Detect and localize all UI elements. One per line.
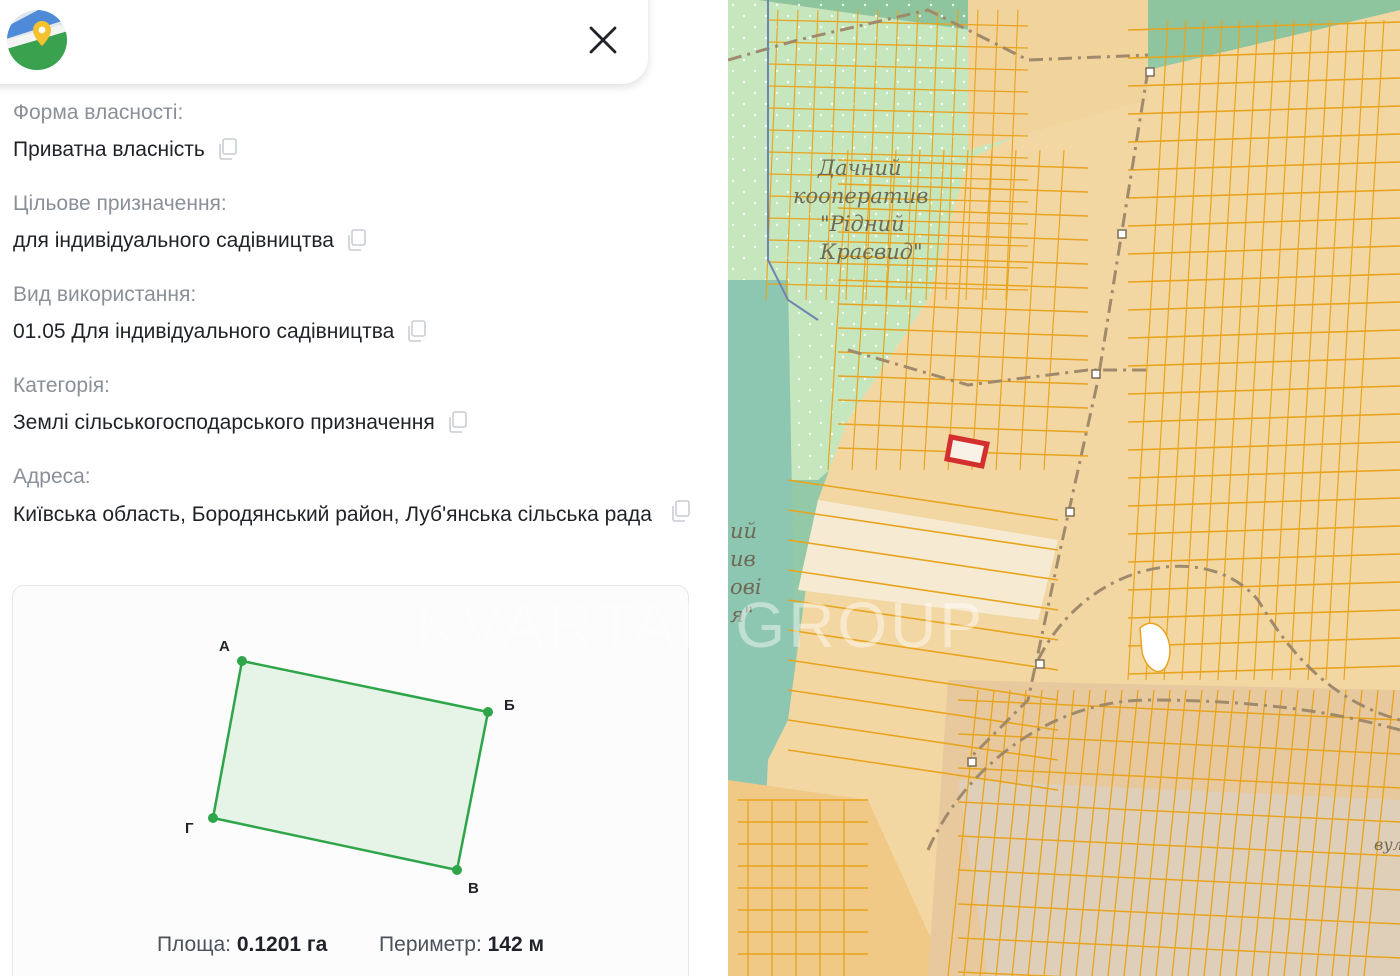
- map-pin-logo-icon[interactable]: [6, 9, 68, 71]
- copy-icon[interactable]: [405, 320, 427, 344]
- map-street-label: вул: [1374, 835, 1400, 854]
- map-partial-label-4: я": [730, 603, 754, 627]
- map-canvas[interactable]: Дачний кооператив "Рідний Краєвид" ий ив…: [728, 0, 1400, 976]
- parcel-shape-card: А Б В Г Площа: 0.1201 га Периметр: 142 м: [12, 585, 689, 976]
- copy-icon[interactable]: [446, 411, 468, 435]
- map-area-label-line-1: Дачний: [817, 156, 902, 180]
- map-area-label-line-3: "Рідний: [820, 212, 905, 236]
- close-button[interactable]: [580, 17, 626, 63]
- copy-icon[interactable]: [345, 229, 367, 253]
- purpose-label: Цільове призначення:: [13, 192, 227, 215]
- vertex-b-label: Б: [504, 697, 515, 714]
- map-node: [1117, 229, 1127, 239]
- map-area-label-line-2: кооператив: [793, 184, 928, 208]
- map-partial-label-3: ові: [730, 575, 762, 599]
- address-value: Київська область, Бородянський район, Лу…: [13, 497, 693, 533]
- vertex-d-marker: [208, 813, 218, 823]
- ownership-label: Форма власності:: [13, 101, 184, 124]
- map-area-label-line-4: Краєвид": [819, 240, 923, 264]
- map-partial-label-1: ий: [730, 519, 757, 543]
- vertex-c-label: В: [468, 880, 479, 897]
- vertex-c-marker: [452, 865, 462, 875]
- map-node: [1091, 369, 1101, 379]
- cadastral-map[interactable]: Дачний кооператив "Рідний Краєвид" ий ив…: [728, 0, 1400, 976]
- vertex-d-label: Г: [185, 820, 194, 837]
- map-node: [1035, 659, 1045, 669]
- copy-icon[interactable]: [216, 138, 238, 162]
- ownership-value: Приватна власність: [13, 138, 238, 162]
- parcel-polygon: [211, 659, 490, 872]
- map-selected-parcel[interactable]: [944, 434, 991, 469]
- vertex-a-label: А: [219, 638, 230, 655]
- usage-value: 01.05 Для індивідуального садівництва: [13, 320, 427, 344]
- area-label: Площа:: [156, 933, 232, 956]
- vertex-b-marker: [483, 707, 493, 717]
- purpose-text: для індивідуального садівництва: [13, 229, 334, 252]
- ownership-text: Приватна власність: [13, 138, 205, 161]
- map-partial-label-2: ив: [730, 547, 756, 571]
- parcel-info-panel: Форма власності: Приватна власність Ціль…: [0, 0, 728, 976]
- close-icon: [589, 26, 617, 54]
- category-label: Категорія:: [13, 374, 110, 397]
- usage-label: Вид використання:: [13, 283, 197, 306]
- category-text: Землі сільськогосподарського призначення: [13, 411, 435, 434]
- map-node: [1065, 507, 1075, 517]
- perimeter-value: 142 м: [487, 933, 545, 956]
- address-label: Адреса:: [13, 465, 91, 488]
- vertex-a-marker: [237, 656, 247, 666]
- parcel-stats: Площа: 0.1201 га Периметр: 142 м: [13, 933, 688, 957]
- copy-icon[interactable]: [669, 500, 691, 524]
- map-node: [1145, 67, 1155, 77]
- category-value: Землі сільськогосподарського призначення: [13, 411, 468, 435]
- usage-text: 01.05 Для індивідуального садівництва: [13, 320, 395, 343]
- panel-header: [0, 0, 648, 84]
- area-value: 0.1201 га: [236, 933, 328, 956]
- address-text: Київська область, Бородянський район, Лу…: [13, 503, 652, 526]
- purpose-value: для індивідуального садівництва: [13, 229, 367, 253]
- perimeter-label: Периметр:: [379, 933, 482, 956]
- parcel-shape-diagram: А Б В Г: [185, 638, 515, 897]
- map-node: [967, 757, 977, 767]
